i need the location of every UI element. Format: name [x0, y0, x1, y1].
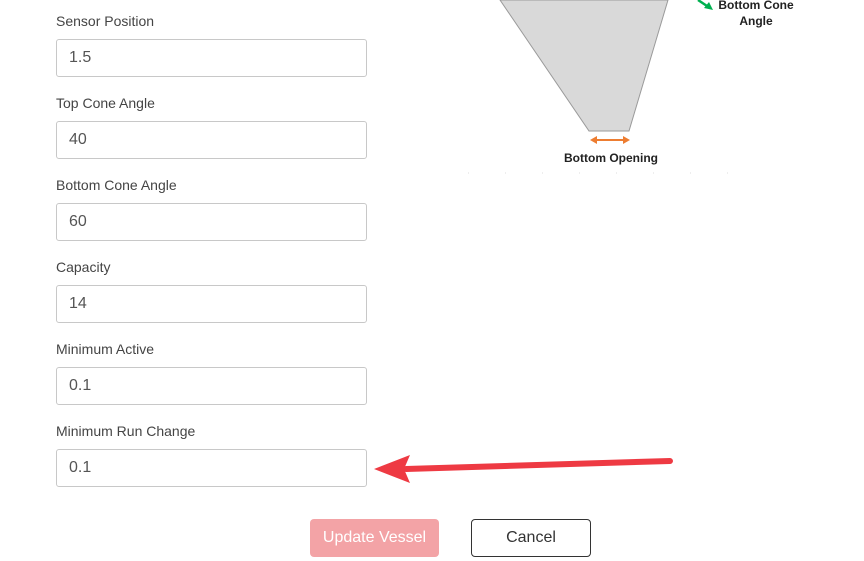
bottom-cone-angle-diagram-label-2: Angle	[739, 14, 773, 28]
edit-vessel-form: Sensor Position Top Cone Angle Bottom Co…	[0, 0, 864, 561]
top-cone-angle-label: Top Cone Angle	[56, 95, 155, 111]
minimum-active-label: Minimum Active	[56, 341, 155, 357]
cancel-button[interactable]: Cancel	[471, 519, 591, 557]
sensor-position-input[interactable]	[56, 39, 367, 77]
capacity-label: Capacity	[56, 259, 111, 275]
top-cone-angle-input[interactable]	[56, 121, 367, 159]
sensor-position-label: Sensor Position	[56, 13, 155, 29]
bottom-cone-angle-label: Bottom Cone Angle	[56, 177, 177, 193]
capacity-input[interactable]	[56, 285, 367, 323]
bottom-opening-arrow-icon	[590, 136, 630, 144]
update-vessel-button[interactable]: Update Vessel	[310, 519, 439, 557]
annotation-arrow-icon	[374, 455, 673, 483]
bottom-cone-angle-diagram-label: Bottom Cone	[718, 0, 794, 12]
bottom-opening-diagram-label: Bottom Opening	[564, 151, 658, 165]
minimum-run-change-label: Minimum Run Change	[56, 423, 196, 439]
bottom-cone-angle-input[interactable]	[56, 203, 367, 241]
minimum-run-change-input[interactable]	[56, 449, 367, 487]
bottom-cone-angle-arrow-icon	[697, 0, 713, 10]
vessel-diagram: Bottom Cone Angle Bottom Opening	[468, 0, 794, 174]
minimum-active-input[interactable]	[56, 367, 367, 405]
bottom-cone-shape	[499, 0, 669, 132]
